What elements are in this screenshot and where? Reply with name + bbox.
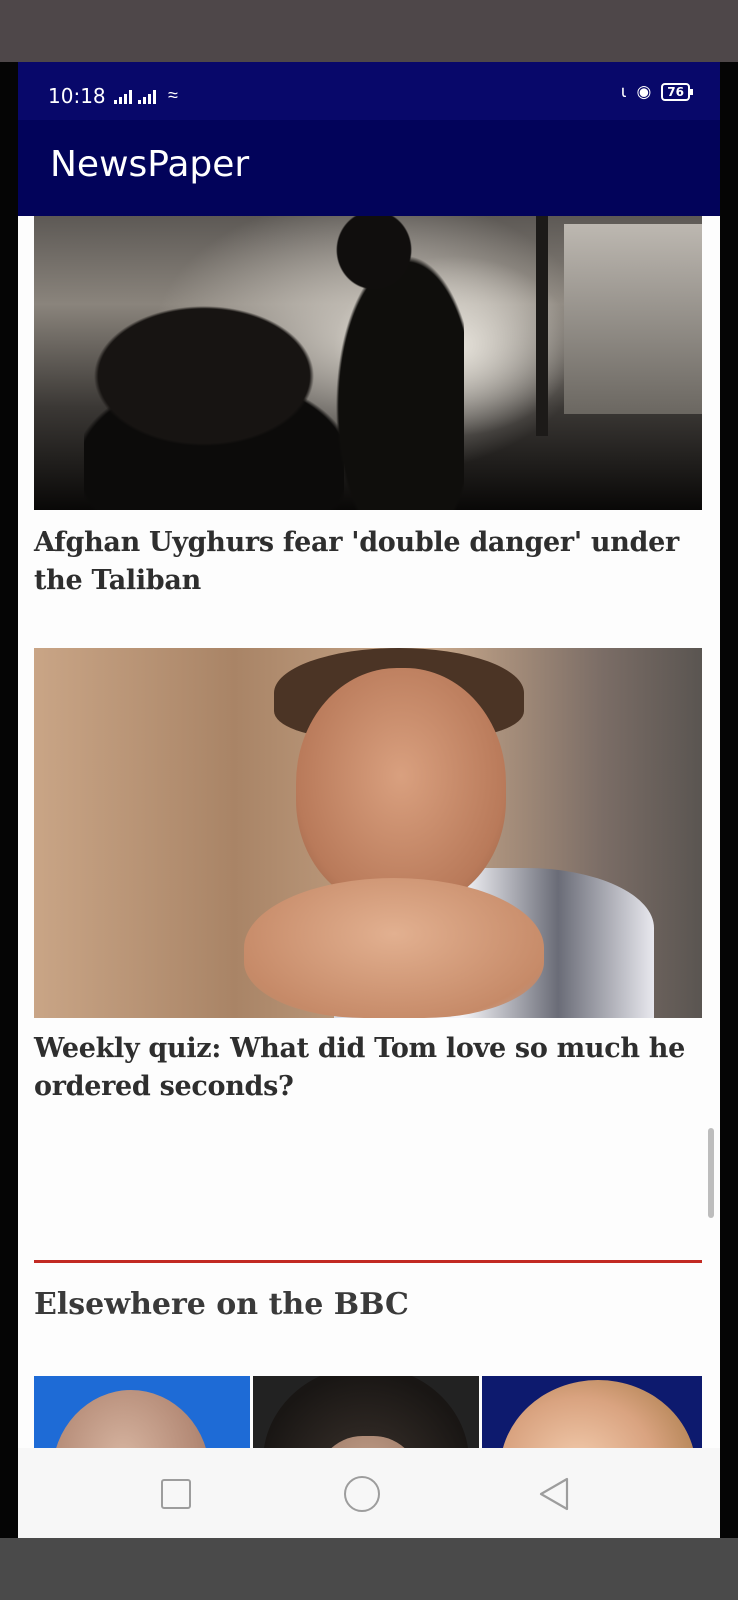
right-bezel — [720, 62, 738, 1538]
battery-icon: 76 — [661, 83, 693, 101]
recent-apps-button[interactable] — [148, 1466, 204, 1522]
bottom-bezel — [0, 1538, 738, 1600]
left-bezel — [0, 62, 18, 1538]
home-icon — [344, 1476, 380, 1512]
section-divider — [34, 1260, 702, 1263]
cellular-signal-icon — [138, 90, 156, 104]
signal-indicators: ≈ — [114, 86, 178, 104]
article-image[interactable] — [34, 648, 702, 1018]
recent-apps-icon — [161, 1479, 191, 1509]
app-title: NewsPaper — [50, 144, 250, 185]
image-silhouette-animal — [84, 296, 344, 510]
wifi-icon: ≈ — [168, 85, 178, 105]
phone-screen: 10:18 ≈ ⍳ ◉ 76 NewsPaper Afghan Uyghurs … — [18, 62, 720, 1538]
scrollbar[interactable] — [708, 1128, 714, 1218]
status-right-icons: ⍳ ◉ 76 — [620, 82, 693, 102]
status-time: 10:18 — [48, 84, 106, 108]
app-bar: NewsPaper — [18, 120, 720, 216]
mute-icon: ⍳ — [620, 82, 627, 102]
section-title: Elsewhere on the BBC — [34, 1287, 409, 1322]
top-bezel — [0, 0, 738, 62]
data-saver-icon: ◉ — [636, 82, 652, 102]
article-headline[interactable]: Weekly quiz: What did Tom love so much h… — [34, 1030, 702, 1106]
back-button[interactable] — [526, 1466, 582, 1522]
image-silhouette-person — [324, 216, 464, 510]
back-icon — [539, 1477, 569, 1511]
home-button[interactable] — [334, 1466, 390, 1522]
navigation-bar — [18, 1448, 720, 1538]
article-headline[interactable]: Afghan Uyghurs fear 'double danger' unde… — [34, 524, 702, 600]
news-feed[interactable]: Afghan Uyghurs fear 'double danger' unde… — [18, 216, 720, 1506]
background-post — [536, 216, 548, 436]
background-window — [564, 224, 702, 414]
image-hands — [244, 878, 544, 1018]
cellular-signal-icon — [114, 90, 132, 104]
article-image[interactable] — [34, 216, 702, 510]
image-face — [296, 668, 506, 908]
